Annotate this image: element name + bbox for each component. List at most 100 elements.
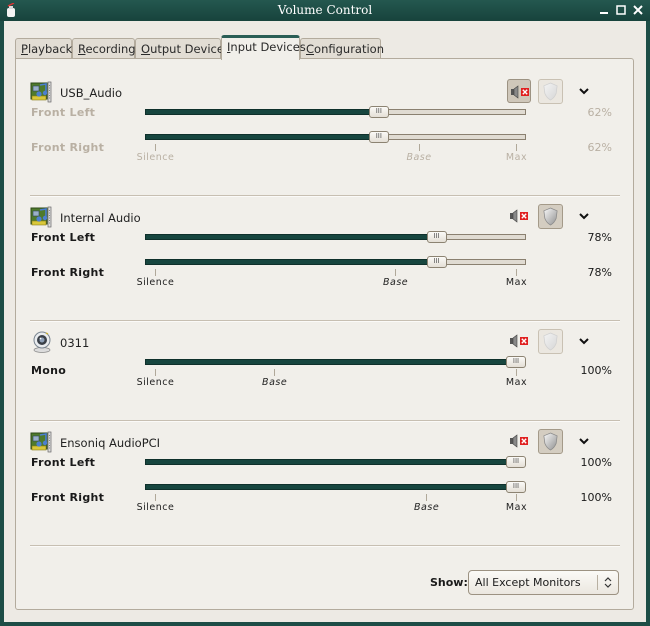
channel-label: Front Left [31,106,96,119]
speaker-muted-icon [510,85,530,102]
device-name: USB_Audio [60,86,123,100]
mute-toggle-button[interactable] [507,429,531,453]
slider-fill [145,109,379,115]
channel-volume-slider[interactable]: III [145,106,526,118]
channel-volume-percent: 62% [587,106,612,119]
sound-card-icon [30,206,54,228]
channel-volume-percent: 62% [587,141,612,154]
channel-label: Front Right [31,491,105,504]
tab-recording[interactable]: Recording [72,38,136,58]
minimize-button[interactable] [597,3,611,17]
channel-volume-slider[interactable]: III [145,231,526,243]
channel-volume-slider[interactable]: III [145,481,526,493]
webcam-icon [30,331,54,353]
scale-base-tick [426,494,428,501]
tab-label: layback [27,42,73,56]
slider-handle[interactable]: III [426,231,447,243]
maximize-button[interactable] [614,3,628,17]
device-name: Internal Audio [60,211,141,225]
tab-label: nput Devices [230,40,306,54]
mute-toggle-button[interactable] [507,79,531,103]
expand-device-button[interactable] [576,208,592,224]
channel-label: Front Right [31,141,105,154]
channel-label: Mono [31,364,67,377]
expand-device-button[interactable] [576,333,592,349]
combo-separator [597,575,598,590]
slider-fill [145,484,516,490]
slider-fill [145,234,437,240]
scale-base-tick [395,269,397,276]
lock-channels-button[interactable] [538,204,563,229]
device-separator [30,195,620,197]
tab-playback[interactable]: Playback [15,38,72,58]
expand-device-button[interactable] [576,433,592,449]
title-bar[interactable]: Volume Control [0,0,650,21]
tab-mnemonic: C [306,42,315,56]
slider-handle[interactable]: III [506,456,526,468]
maximize-icon [616,5,626,15]
slider-fill [145,134,379,140]
device-name: Ensoniq AudioPCI [60,436,161,450]
slider-handle[interactable]: III [368,106,389,118]
channel-volume-slider[interactable]: III [145,456,526,468]
mute-toggle-button[interactable] [507,329,531,353]
scale-silence-label: Silence [136,502,175,513]
scale-silence-tick [155,144,156,151]
tab-configuration[interactable]: Configuration [300,38,384,58]
lock-channels-button[interactable] [538,79,563,104]
device-separator [30,420,620,422]
close-button[interactable] [631,3,645,17]
tab-mnemonic: O [141,42,151,56]
channel-label: Front Left [31,456,96,469]
channel-volume-percent: 78% [587,266,612,279]
scale-max-tick [516,144,517,151]
input-devices-panel: USB_Audio Front Left III 62% Front Right… [15,58,634,610]
scale-base-label: Base [262,377,288,388]
channel-volume-slider[interactable]: III [145,131,526,143]
scale-silence-label: Silence [136,377,175,388]
scale-silence-label: Silence [136,152,175,163]
tab-label: utput Devices [150,42,230,56]
expand-device-button[interactable] [576,83,592,99]
channel-label: Front Left [31,231,96,244]
scale-max-tick [516,269,517,276]
shield-icon [542,432,559,454]
scale-max-label: Max [505,502,528,513]
channel-volume-percent: 100% [580,456,612,469]
window-title: Volume Control [277,3,373,17]
updown-arrows-icon [604,577,612,588]
chevron-down-icon [576,88,592,102]
scale-max-tick [516,369,517,376]
speaker-muted-icon [509,209,529,226]
chevron-down-icon [576,338,592,352]
mute-toggle-button[interactable] [507,204,531,228]
device-separator [30,320,620,322]
slider-fill [145,459,516,465]
slider-handle[interactable]: III [368,131,389,143]
channel-volume-slider[interactable]: III [145,256,526,268]
slider-handle[interactable]: III [426,256,447,268]
lock-channels-button[interactable] [538,329,563,354]
slider-handle[interactable]: III [506,481,526,493]
channel-volume-slider[interactable]: III [145,356,526,368]
scale-silence-tick [155,269,156,276]
shield-icon [542,82,559,104]
tab-input-devices[interactable]: Input Devices [221,35,306,60]
sound-card-icon [30,81,54,103]
speaker-muted-icon [509,434,529,451]
show-filter-value: All Except Monitors [475,576,581,589]
slider-handle[interactable]: III [506,356,526,368]
scale-base-tick [418,144,420,151]
tab-label: onfiguration [314,42,384,56]
channel-volume-percent: 78% [587,231,612,244]
scale-base-label: Base [382,277,409,288]
device-separator [30,545,620,547]
slider-fill [145,359,516,365]
channel-label: Front Right [31,266,105,279]
speaker-muted-icon [509,334,529,351]
tab-output-devices[interactable]: Output Devices [135,38,230,58]
lock-channels-button[interactable] [538,429,563,454]
scale-silence-tick [155,494,156,501]
scale-base-tick [274,369,276,376]
show-filter-combobox[interactable]: All Except Monitors [468,570,619,595]
